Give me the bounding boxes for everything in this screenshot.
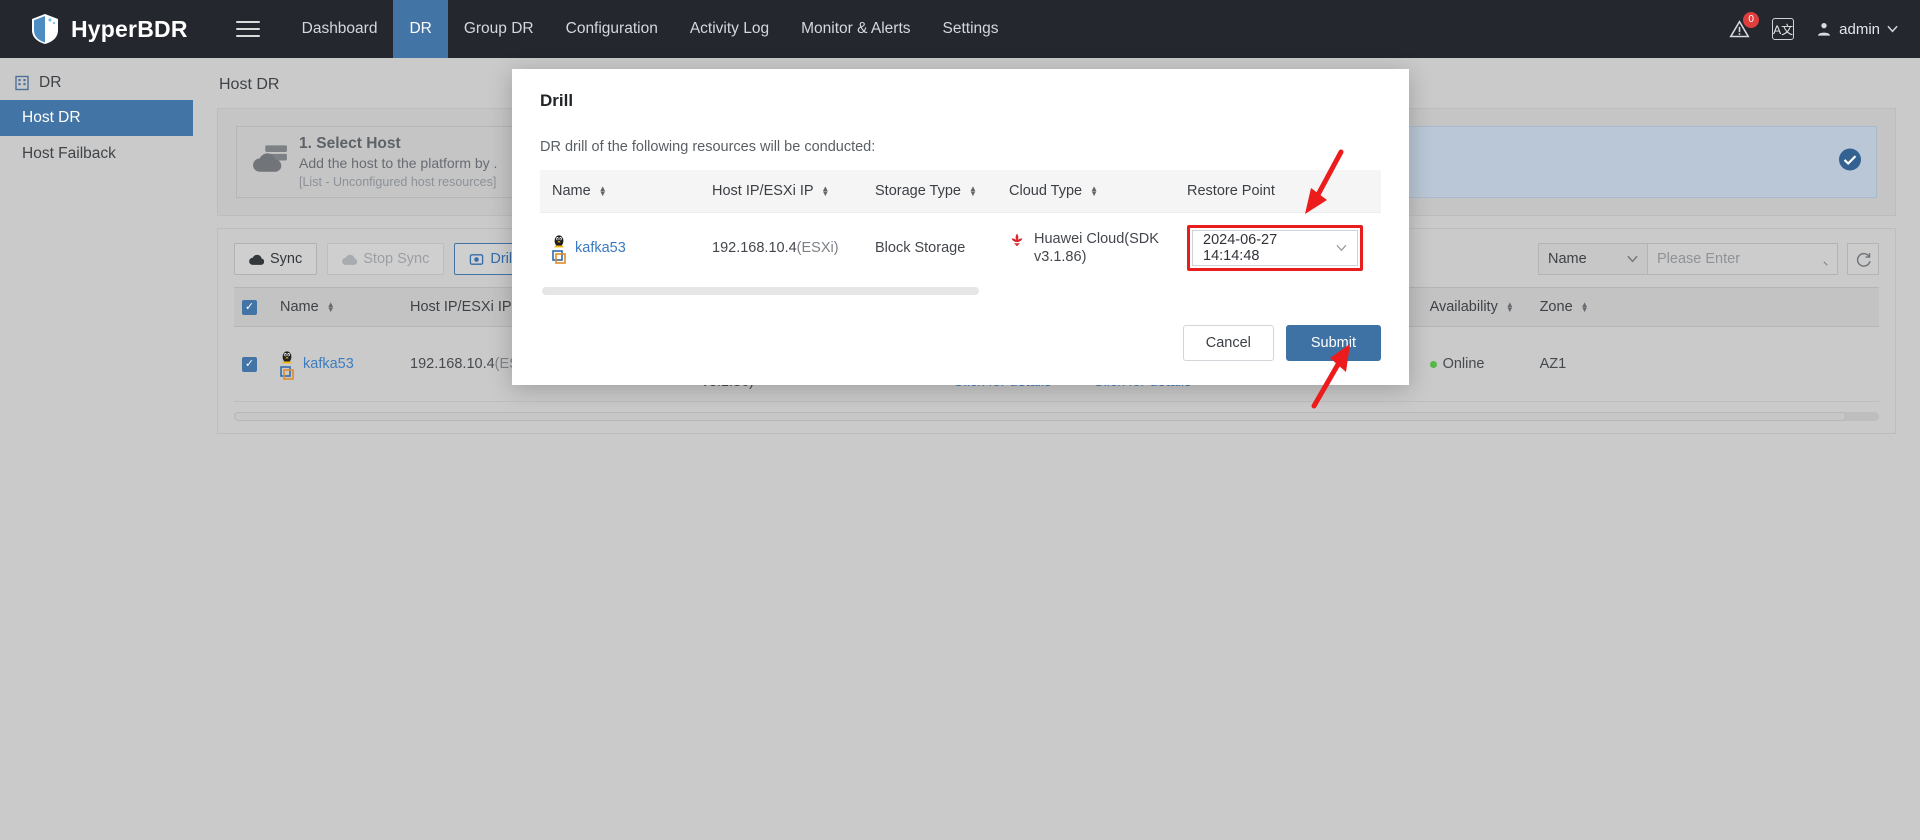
modal-row-cloud-type-cell: Huawei Cloud(SDK v3.1.86) (997, 213, 1175, 284)
modal-col-restore-point: Restore Point (1175, 170, 1381, 213)
modal-actions: Cancel Submit (540, 325, 1381, 361)
huawei-cloud-icon (1011, 233, 1023, 247)
modal-title: Drill (540, 91, 574, 110)
drill-table-head: Name ▲ ▼ Host IP/ESXi IP ▲ ▼ Storage Type … (540, 170, 1381, 213)
modal-col-name[interactable]: Name ▲ ▼ (540, 170, 700, 213)
cancel-button[interactable]: Cancel (1182, 325, 1274, 361)
modal-col-storage-type[interactable]: Storage Type ▲ ▼ (863, 170, 997, 213)
modal-row-icons (552, 233, 566, 264)
modal-col-cloud-type-label: Cloud Type (1009, 183, 1083, 199)
linux-icon (554, 234, 564, 247)
vm-icon (552, 249, 566, 264)
modal-row-name-cell: kafka53 (540, 213, 700, 284)
sort-icon: ▲▼ (821, 184, 830, 199)
drill-table-header-row: Name ▲ ▼ Host IP/ESXi IP ▲ ▼ Storage Type … (540, 170, 1381, 213)
modal-col-storage-type-label: Storage Type (875, 183, 961, 199)
drill-table-body: kafka53 192.168.10.4(ESXi) Block Storage… (540, 213, 1381, 284)
modal-table-horizontal-scrollbar[interactable] (542, 287, 980, 295)
restore-point-highlight: 2024-06-27 14:14:48 (1187, 225, 1363, 271)
modal-row-host-ip: 192.168.10.4 (712, 240, 797, 256)
modal-col-host-ip-label: Host IP/ESXi IP (712, 183, 814, 199)
chevron-down-icon (1336, 244, 1347, 252)
modal-row-cloud-type: Huawei Cloud(SDK v3.1.86) (1034, 231, 1159, 265)
submit-button[interactable]: Submit (1285, 325, 1381, 361)
table-row: kafka53 192.168.10.4(ESXi) Block Storage… (540, 213, 1381, 284)
modal-col-cloud-type[interactable]: Cloud Type ▲ ▼ (997, 170, 1175, 213)
modal-row-name-link[interactable]: kafka53 (575, 240, 626, 256)
modal-subtitle: DR drill of the following resources will… (540, 139, 876, 155)
modal-col-host-ip[interactable]: Host IP/ESXi IP ▲ ▼ (700, 170, 863, 213)
modal-col-restore-point-label: Restore Point (1187, 183, 1275, 199)
modal-col-name-label: Name (552, 183, 591, 199)
sort-icon: ▲▼ (1090, 184, 1099, 199)
modal-row-host-ip-suffix: (ESXi) (796, 240, 839, 256)
restore-point-select[interactable]: 2024-06-27 14:14:48 (1192, 230, 1358, 266)
modal-row-storage-type: Block Storage (875, 240, 966, 256)
modal-row-host-ip-cell: 192.168.10.4(ESXi) (700, 213, 863, 284)
sort-icon: ▲▼ (598, 184, 607, 199)
drill-modal: Drill DR drill of the following resource… (512, 69, 1409, 385)
restore-point-value: 2024-06-27 14:14:48 (1203, 232, 1278, 264)
modal-row-restore-point-cell: 2024-06-27 14:14:48 (1175, 213, 1381, 284)
drill-resource-table: Name ▲ ▼ Host IP/ESXi IP ▲ ▼ Storage Type … (540, 170, 1381, 283)
sort-icon: ▲▼ (969, 184, 977, 199)
